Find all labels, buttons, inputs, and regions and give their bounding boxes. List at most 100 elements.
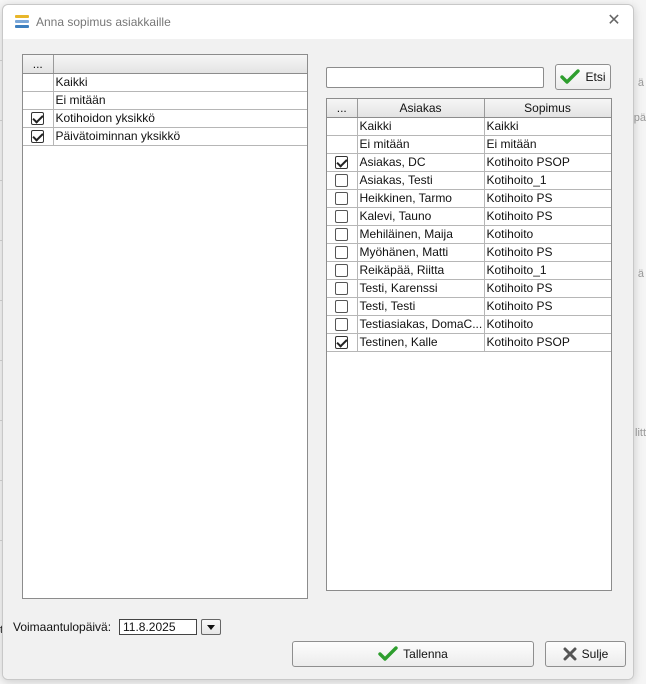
checkbox-unchecked[interactable] — [335, 282, 349, 296]
checkbox-unchecked[interactable] — [335, 210, 349, 224]
table-row[interactable]: Ei mitään — [23, 91, 307, 110]
dialog-titlebar[interactable]: Anna sopimus asiakkaille ✕ — [3, 5, 633, 39]
search-input[interactable] — [326, 67, 544, 88]
client-name-cell[interactable]: Kalevi, Tauno — [357, 207, 485, 226]
search-button[interactable]: Etsi — [555, 64, 611, 90]
row-select-cell[interactable] — [327, 279, 358, 298]
effective-date-label: Voimaantulopäivä: — [13, 620, 112, 634]
contract-cell[interactable]: Kotihoito_1 — [484, 261, 611, 280]
table-row[interactable]: Testinen, Kalle Kotihoito PSOP — [327, 333, 611, 352]
contract-column-header[interactable]: Sopimus — [484, 99, 611, 118]
contract-cell[interactable]: Kotihoito PSOP — [484, 153, 611, 172]
unit-name-cell[interactable]: Päivätoiminnan yksikkö — [53, 127, 307, 146]
unit-name-cell[interactable]: Ei mitään — [53, 91, 307, 110]
close-icon[interactable]: ✕ — [603, 10, 625, 32]
checkbox-unchecked[interactable] — [335, 228, 349, 242]
contract-cell[interactable]: Kotihoito PS — [484, 243, 611, 262]
checkbox-checked[interactable] — [31, 112, 45, 126]
row-select-cell[interactable] — [327, 243, 358, 262]
client-name-cell[interactable]: Heikkinen, Tarmo — [357, 189, 485, 208]
select-column-header[interactable]: ... — [23, 55, 54, 74]
table-row[interactable]: Mehiläinen, Maija Kotihoito — [327, 225, 611, 244]
row-select-cell[interactable] — [327, 333, 358, 352]
client-name-cell[interactable]: Asiakas, Testi — [357, 171, 485, 190]
client-name-cell[interactable]: Myöhänen, Matti — [357, 243, 485, 262]
unit-name-cell[interactable]: Kaikki — [53, 73, 307, 92]
client-name-cell[interactable]: Asiakas, DC — [357, 153, 485, 172]
client-column-header[interactable]: Asiakas — [357, 99, 485, 118]
checkbox-checked[interactable] — [335, 336, 349, 350]
table-row[interactable]: Heikkinen, Tarmo Kotihoito PS — [327, 189, 611, 208]
client-name-cell[interactable]: Testinen, Kalle — [357, 333, 485, 352]
row-select-cell[interactable] — [327, 225, 358, 244]
bg-text-fragment: ä — [637, 77, 644, 89]
contract-cell[interactable]: Kotihoito PSOP — [484, 333, 611, 352]
table-row[interactable]: Myöhänen, Matti Kotihoito PS — [327, 243, 611, 262]
contract-cell[interactable]: Kotihoito PS — [484, 297, 611, 316]
check-icon — [378, 646, 398, 662]
contract-cell[interactable]: Kotihoito — [484, 225, 611, 244]
table-row[interactable]: Kalevi, Tauno Kotihoito PS — [327, 207, 611, 226]
table-row[interactable]: Testi, Testi Kotihoito PS — [327, 297, 611, 316]
contract-cell[interactable]: Kotihoito — [484, 315, 611, 334]
unit-name-cell[interactable]: Kotihoidon yksikkö — [53, 109, 307, 128]
table-row[interactable]: Päivätoiminnan yksikkö — [23, 127, 307, 146]
table-row[interactable]: Kaikki Kaikki — [327, 117, 611, 136]
checkbox-checked[interactable] — [335, 156, 349, 170]
contract-cell[interactable]: Kotihoito PS — [484, 279, 611, 298]
client-contract-grid[interactable]: ... Asiakas Sopimus Kaikki Kaikki Ei mitää… — [326, 98, 612, 591]
row-select-cell[interactable] — [23, 127, 54, 146]
checkbox-unchecked[interactable] — [335, 318, 349, 332]
row-select-cell[interactable] — [327, 189, 358, 208]
table-row[interactable]: Kotihoidon yksikkö — [23, 109, 307, 128]
row-select-cell[interactable] — [327, 315, 358, 334]
select-column-header[interactable]: ... — [327, 99, 358, 118]
table-row[interactable]: Reikäpää, Riitta Kotihoito_1 — [327, 261, 611, 280]
contract-cell[interactable]: Kotihoito PS — [484, 189, 611, 208]
close-icon — [563, 647, 577, 661]
contract-cell[interactable]: Kaikki — [484, 117, 611, 136]
checkbox-unchecked[interactable] — [335, 264, 349, 278]
row-select-cell[interactable] — [327, 207, 358, 226]
unit-grid[interactable]: ... Kaikki Ei mitään Kotihoidon yksikkö Päi… — [22, 54, 308, 599]
checkbox-unchecked[interactable] — [335, 246, 349, 260]
checkbox-unchecked[interactable] — [335, 174, 349, 188]
client-name-cell[interactable]: Ei mitään — [357, 135, 485, 154]
row-select-cell[interactable] — [327, 153, 358, 172]
bg-text-fragment: pä — [633, 112, 646, 124]
bg-right-panel — [632, 0, 646, 684]
table-row[interactable]: Testi, Karenssi Kotihoito PS — [327, 279, 611, 298]
row-select-cell — [327, 135, 358, 154]
client-name-cell[interactable]: Kaikki — [357, 117, 485, 136]
table-row[interactable]: Asiakas, Testi Kotihoito_1 — [327, 171, 611, 190]
save-button[interactable]: Tallenna — [292, 641, 534, 667]
date-dropdown-button[interactable] — [201, 619, 221, 635]
table-row[interactable]: Asiakas, DC Kotihoito PSOP — [327, 153, 611, 172]
client-name-cell[interactable]: Testiasiakas, DomaC... — [357, 315, 485, 334]
bg-text-fragment: ä — [637, 268, 644, 280]
client-name-cell[interactable]: Reikäpää, Riitta — [357, 261, 485, 280]
contract-cell[interactable]: Kotihoito PS — [484, 207, 611, 226]
contract-cell[interactable]: Ei mitään — [484, 135, 611, 154]
checkbox-unchecked[interactable] — [335, 192, 349, 206]
client-name-cell[interactable]: Mehiläinen, Maija — [357, 225, 485, 244]
checkbox-checked[interactable] — [31, 130, 45, 144]
close-button-label: Sulje — [581, 647, 609, 661]
row-select-cell[interactable] — [327, 261, 358, 280]
search-button-label: Etsi — [585, 70, 606, 84]
table-row[interactable]: Ei mitään Ei mitään — [327, 135, 611, 154]
close-button[interactable]: Sulje — [545, 641, 626, 667]
effective-date-field[interactable]: 11.8.2025 — [119, 619, 197, 635]
client-name-cell[interactable]: Testi, Karenssi — [357, 279, 485, 298]
unit-column-header — [53, 55, 307, 74]
table-row[interactable]: Kaikki — [23, 73, 307, 92]
checkbox-unchecked[interactable] — [335, 300, 349, 314]
client-name-cell[interactable]: Testi, Testi — [357, 297, 485, 316]
row-select-cell[interactable] — [327, 297, 358, 316]
row-select-cell — [23, 73, 54, 92]
contract-cell[interactable]: Kotihoito_1 — [484, 171, 611, 190]
bg-text-fragment: litt — [635, 427, 646, 439]
row-select-cell[interactable] — [23, 109, 54, 128]
table-row[interactable]: Testiasiakas, DomaC... Kotihoito — [327, 315, 611, 334]
row-select-cell[interactable] — [327, 171, 358, 190]
